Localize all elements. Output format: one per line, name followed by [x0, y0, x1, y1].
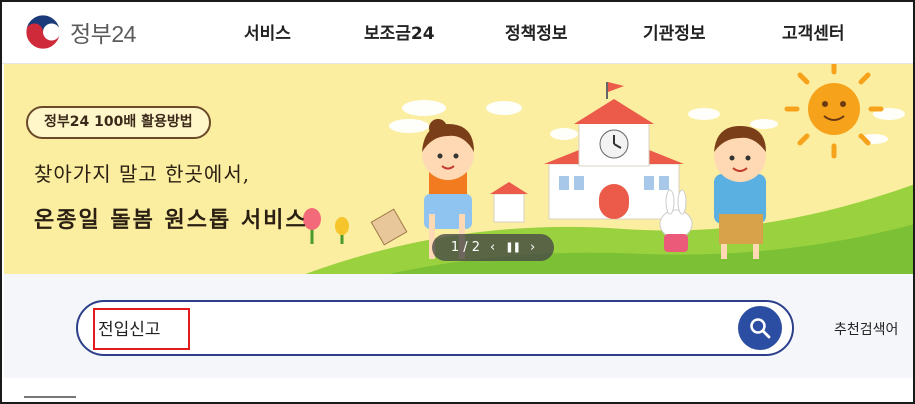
- divider: [24, 396, 76, 398]
- pause-icon[interactable]: ❚❚: [505, 242, 521, 253]
- chevron-right-icon[interactable]: ›: [530, 240, 535, 255]
- search-icon: [750, 318, 771, 339]
- banner-headline-line2: 온종일 돌봄 원스톱 서비스: [34, 207, 308, 233]
- nav-item-customer-center[interactable]: 고객센터: [782, 19, 845, 44]
- search-box[interactable]: 전입신고: [76, 300, 794, 356]
- pager-count: 1 / 2: [450, 240, 480, 255]
- usage-guide-pill[interactable]: 정부24 100배 활용방법: [26, 106, 211, 139]
- search-panel: 전입신고 추천검색어: [4, 274, 913, 378]
- nav-item-policy-info[interactable]: 정책정보: [505, 19, 568, 44]
- sun-icon: [784, 64, 884, 159]
- search-input[interactable]: 전입신고: [98, 315, 161, 340]
- content-below: [4, 378, 913, 402]
- nav-item-services[interactable]: 서비스: [244, 19, 291, 44]
- main-navigation: 서비스 보조금24 정책정보 기관정보 고객센터: [2, 2, 913, 64]
- banner-headline-line1: 찾아가지 말고 한곳에서,: [34, 162, 251, 186]
- school-building: [490, 82, 684, 223]
- boy-character: [714, 126, 766, 259]
- nav-item-subsidy24[interactable]: 보조금24: [364, 19, 435, 44]
- search-button[interactable]: [738, 306, 782, 350]
- banner-pager: 1 / 2 ‹ ❚❚ ›: [432, 234, 554, 261]
- promo-banner[interactable]: 정부24 100배 활용방법 찾아가지 말고 한곳에서, 온종일 돌봄 원스톱 …: [4, 64, 913, 304]
- recommended-keywords-label[interactable]: 추천검색어: [834, 319, 898, 339]
- nav-item-agency-info[interactable]: 기관정보: [643, 19, 706, 44]
- site-header: 정부24 서비스 보조금24 정책정보 기관정보 고객센터: [2, 2, 913, 64]
- chevron-left-icon[interactable]: ‹: [490, 240, 495, 255]
- browser-frame: 정부24 서비스 보조금24 정책정보 기관정보 고객센터 정부24 100배 …: [0, 0, 915, 404]
